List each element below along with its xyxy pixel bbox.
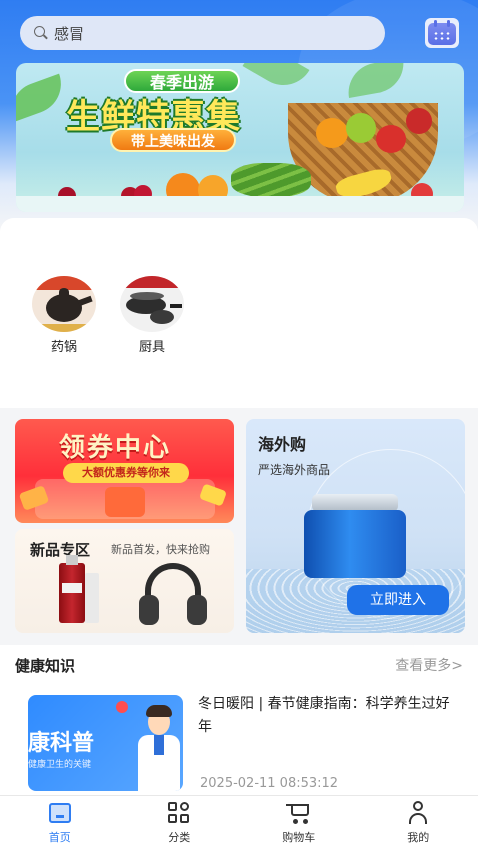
overseas-card[interactable]: 海外购 严选海外商品 立即进入 [246, 419, 465, 633]
cookware-image [120, 276, 184, 332]
health-knowledge-header: 健康知识 查看更多> [0, 645, 478, 685]
promo-banner[interactable]: 春季出游 生鲜特惠集 带上美味出发 [16, 63, 464, 212]
category-label: 药锅 [50, 340, 77, 355]
see-more-link[interactable]: 查看更多> [395, 655, 463, 675]
article-title: 冬日暖阳 | 春节健康指南：科学养生过好年 [198, 696, 450, 735]
new-zone-title: 新品专区 [30, 541, 91, 559]
search-input[interactable]: 感冒 [20, 16, 385, 50]
thumbnail-title: 康科普 [28, 731, 95, 756]
tab-label: 首页 [48, 831, 71, 844]
article-thumbnail: 康科普 健康卫生的关键 [28, 695, 183, 791]
new-products-card[interactable]: 新品专区 新品首发，快来抢购 [15, 529, 234, 633]
tab-cart[interactable]: 购物车 [239, 796, 359, 850]
article-timestamp: 2025-02-11 08:53:12 [200, 776, 339, 791]
category-item-cookware[interactable]: 厨具 [117, 276, 187, 355]
coupon-title: 领券中心 [59, 433, 172, 463]
category-label: 厨具 [138, 340, 165, 355]
tab-label: 分类 [168, 831, 191, 844]
grid-icon [166, 801, 192, 825]
enter-now-button[interactable]: 立即进入 [347, 585, 449, 615]
tab-label: 我的 [407, 831, 430, 844]
category-section: 药锅 厨具 [0, 218, 478, 408]
overseas-subtitle: 严选海外商品 [258, 463, 331, 477]
section-title: 健康知识 [15, 657, 76, 675]
user-icon [405, 801, 431, 825]
bottom-tab-bar: 首页 分类 购物车 我的 [0, 795, 478, 850]
new-zone-subtitle: 新品首发，快来抢购 [111, 543, 210, 556]
coupon-center-card[interactable]: 领券中心 大额优惠券等你来 [15, 419, 234, 523]
skincare-bottle-image [59, 555, 85, 623]
banner-subtitle: 带上美味出发 [110, 128, 236, 152]
cart-icon [285, 801, 312, 825]
doctor-illustration [136, 705, 182, 791]
search-placeholder: 感冒 [54, 24, 85, 43]
tab-home[interactable]: 首页 [0, 796, 120, 850]
search-icon [34, 26, 48, 40]
thumbnail-subtitle: 健康卫生的关键 [28, 760, 92, 770]
article-item[interactable]: 康科普 健康卫生的关键 冬日暖阳 | 春节健康指南：科学养生过好年 2025-0… [0, 685, 478, 795]
cream-jar-image [304, 494, 406, 578]
coupon-subtitle: 大额优惠券等你来 [63, 463, 189, 483]
tab-label: 购物车 [282, 831, 316, 844]
category-item-medicine-pot[interactable]: 药锅 [29, 276, 99, 355]
headphones-image [137, 561, 209, 627]
calendar-icon[interactable] [425, 18, 459, 48]
medicine-pot-image [32, 276, 96, 332]
home-icon [47, 801, 73, 825]
overseas-title: 海外购 [258, 435, 307, 454]
tab-profile[interactable]: 我的 [359, 796, 478, 850]
tab-category[interactable]: 分类 [120, 796, 240, 850]
